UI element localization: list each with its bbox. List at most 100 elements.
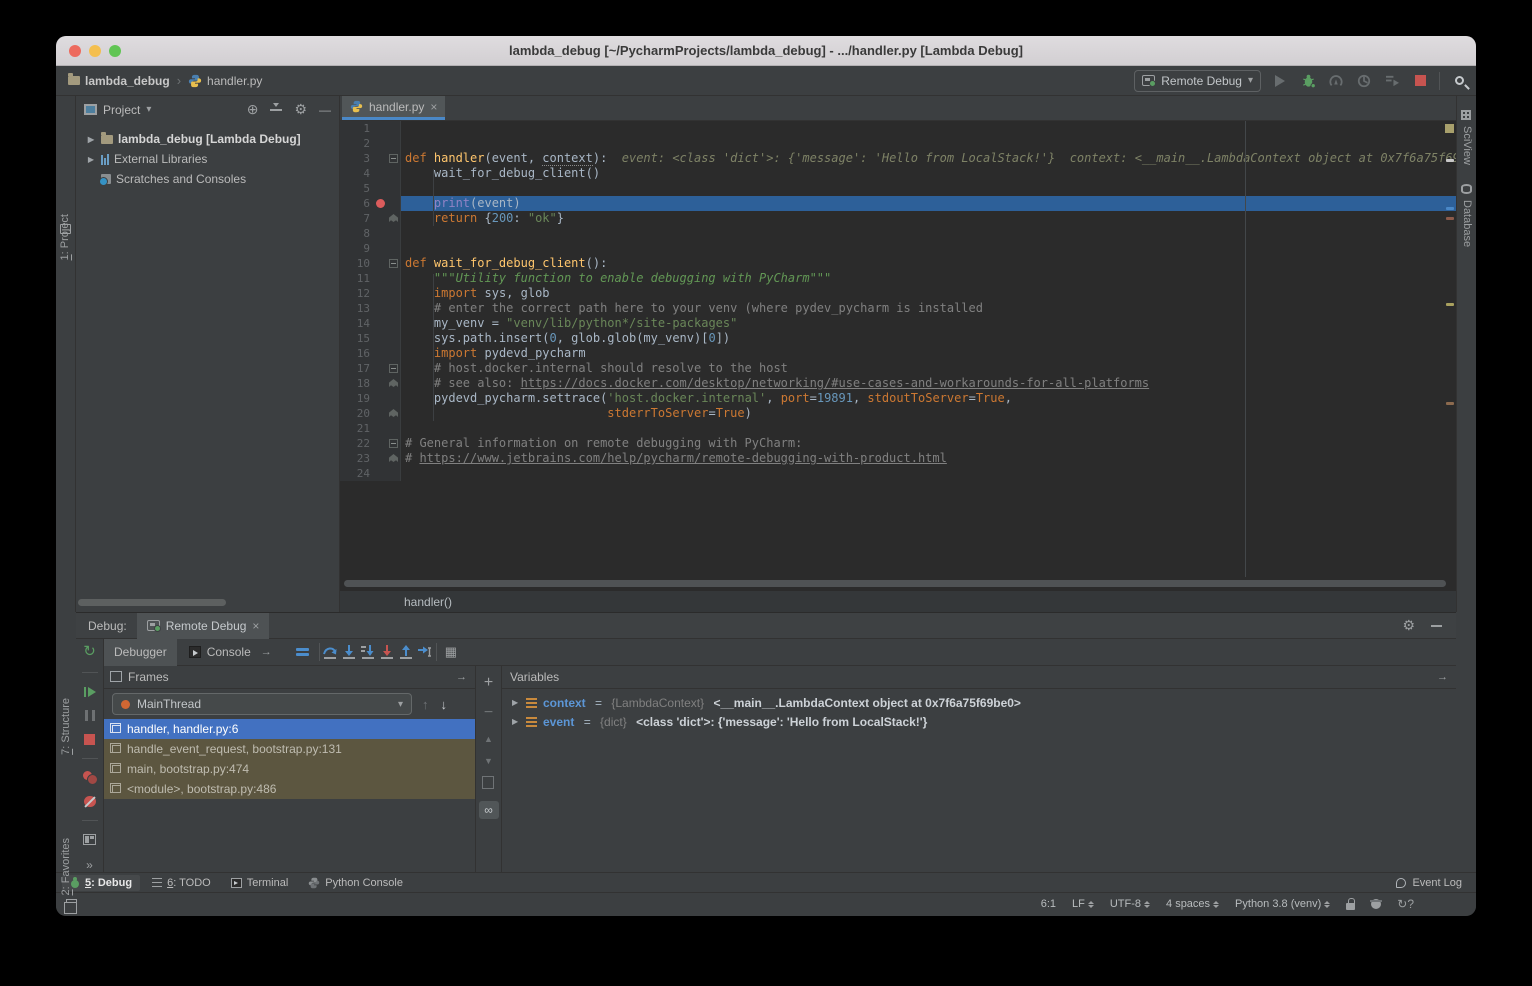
breakpoint-gutter[interactable] xyxy=(374,316,388,331)
gutter[interactable]: 2 xyxy=(340,136,401,151)
gutter[interactable]: 8 xyxy=(340,226,401,241)
debug-session-tab[interactable]: Remote Debug × xyxy=(137,613,270,639)
editor-tab-handler[interactable]: handler.py × xyxy=(342,96,445,120)
breakpoint-gutter[interactable] xyxy=(374,166,388,181)
breakpoint-gutter[interactable] xyxy=(374,136,388,151)
breakpoint-gutter[interactable] xyxy=(374,256,388,271)
run-to-cursor-button[interactable] xyxy=(417,644,434,661)
update-indicator-icon[interactable]: ↻? xyxy=(1397,897,1414,911)
gutter[interactable]: 24 xyxy=(340,466,401,481)
restore-layout-button[interactable] xyxy=(83,834,96,845)
breakpoint-gutter[interactable] xyxy=(374,466,388,481)
force-step-into-button[interactable] xyxy=(379,644,396,661)
breakpoint-gutter[interactable] xyxy=(374,301,388,316)
code-text[interactable]: return {200: "ok"} xyxy=(401,211,1456,226)
stack-frame[interactable]: handle_event_request, bootstrap.py:131 xyxy=(104,739,475,759)
stack-frame[interactable]: <module>, bootstrap.py:486 xyxy=(104,779,475,799)
toolwindow-terminal[interactable]: Terminal xyxy=(223,875,297,891)
code-line[interactable]: 23# https://www.jetbrains.com/help/pycha… xyxy=(340,451,1456,466)
code-text[interactable]: stderrToServer=True) xyxy=(401,406,1456,421)
breakpoint-gutter[interactable] xyxy=(374,211,388,226)
code-line[interactable]: 18 # see also: https://docs.docker.com/d… xyxy=(340,376,1456,391)
code-line[interactable]: 8 xyxy=(340,226,1456,241)
gutter[interactable]: 22 xyxy=(340,436,401,451)
run-configurations-button[interactable] xyxy=(1383,72,1401,90)
code-text[interactable]: import sys, glob xyxy=(401,286,1456,301)
search-everywhere-button[interactable] xyxy=(1450,72,1468,90)
fold-marker[interactable] xyxy=(388,376,400,391)
hide-debug-button[interactable] xyxy=(1431,625,1442,627)
gutter[interactable]: 10 xyxy=(340,256,401,271)
run-with-coverage-button[interactable] xyxy=(1355,72,1373,90)
view-breakpoints-button[interactable] xyxy=(83,771,97,782)
code-text[interactable]: import pydevd_pycharm xyxy=(401,346,1456,361)
code-line[interactable]: 9 xyxy=(340,241,1456,256)
pause-button[interactable] xyxy=(85,710,95,721)
code-text[interactable]: def handler(event, context): event: <cla… xyxy=(401,151,1456,166)
sidebar-item-sciview[interactable]: SciView xyxy=(1461,126,1473,165)
gutter[interactable]: 13 xyxy=(340,301,401,316)
gutter[interactable]: 5 xyxy=(340,181,401,196)
warning-stripe-mark[interactable] xyxy=(1446,402,1454,405)
code-line[interactable]: 6 print(event) xyxy=(340,196,1456,211)
fold-marker[interactable] xyxy=(388,256,400,271)
gutter[interactable]: 4 xyxy=(340,166,401,181)
code-text[interactable]: my_venv = "venv/lib/python*/site-package… xyxy=(401,316,1456,331)
variable-row[interactable]: ▶context = {LambdaContext} <__main__.Lam… xyxy=(502,693,1456,712)
expand-icon[interactable]: ▶ xyxy=(86,155,96,164)
code-line[interactable]: 14 my_venv = "venv/lib/python*/site-pack… xyxy=(340,316,1456,331)
code-line[interactable]: 2 xyxy=(340,136,1456,151)
close-session-icon[interactable]: × xyxy=(252,619,259,633)
toolwindow-todo[interactable]: 6: TODO xyxy=(144,875,219,891)
gutter[interactable]: 16 xyxy=(340,346,401,361)
gutter[interactable]: 23 xyxy=(340,451,401,466)
chevron-down-icon[interactable]: ▾ xyxy=(146,104,151,115)
remove-watch-button[interactable]: − xyxy=(484,704,493,722)
code-text[interactable] xyxy=(401,136,1456,151)
gutter[interactable]: 1 xyxy=(340,121,401,136)
debug-settings-button[interactable]: ⚙ xyxy=(1402,617,1415,634)
stack-frame[interactable]: main, bootstrap.py:474 xyxy=(104,759,475,779)
frames-options-icon[interactable]: → xyxy=(456,671,467,683)
gutter[interactable]: 17 xyxy=(340,361,401,376)
database-icon[interactable] xyxy=(1461,184,1472,194)
code-line[interactable]: 15 sys.path.insert(0, glob.glob(my_venv)… xyxy=(340,331,1456,346)
collapse-all-button[interactable] xyxy=(270,104,282,116)
sidebar-item-database[interactable]: Database xyxy=(1461,200,1473,247)
code-text[interactable]: print(event) xyxy=(401,196,1456,211)
evaluate-expression-button[interactable]: ▦ xyxy=(439,644,463,660)
breakpoint-gutter[interactable] xyxy=(374,241,388,256)
expand-icon[interactable]: ▶ xyxy=(512,698,520,707)
breakpoint-gutter[interactable] xyxy=(374,181,388,196)
code-line[interactable]: 10def wait_for_debug_client(): xyxy=(340,256,1456,271)
code-editor[interactable]: 1 23 def handler(event, context): event: <… xyxy=(340,121,1456,577)
sciview-icon[interactable] xyxy=(1461,110,1471,120)
code-line[interactable]: 19 pydevd_pycharm.settrace('host.docker.… xyxy=(340,391,1456,406)
interpreter-selector[interactable]: Python 3.8 (venv) xyxy=(1235,898,1330,910)
tree-item[interactable]: ▶lambda_debug [Lambda Debug] xyxy=(76,129,339,149)
code-text[interactable] xyxy=(401,181,1456,196)
fold-marker[interactable] xyxy=(388,436,400,451)
fold-marker[interactable] xyxy=(388,211,400,226)
step-into-button[interactable] xyxy=(341,644,358,661)
code-text[interactable]: # General information on remote debuggin… xyxy=(401,436,1456,451)
fold-marker[interactable] xyxy=(388,406,400,421)
fold-marker[interactable] xyxy=(388,451,400,466)
breakpoint-gutter[interactable] xyxy=(374,226,388,241)
thread-selector[interactable]: MainThread ▾ xyxy=(112,693,412,715)
code-text[interactable]: def wait_for_debug_client(): xyxy=(401,256,1456,271)
project-settings-button[interactable]: ⚙ xyxy=(294,101,307,118)
caret-stripe-mark[interactable] xyxy=(1446,159,1454,162)
code-text[interactable]: # https://www.jetbrains.com/help/pycharm… xyxy=(401,451,1456,466)
code-text[interactable] xyxy=(401,466,1456,481)
breakpoint-gutter[interactable] xyxy=(374,391,388,406)
code-text[interactable]: """Utility function to enable debugging … xyxy=(401,271,1456,286)
step-over-button[interactable] xyxy=(322,644,339,661)
breadcrumb-file[interactable]: handler.py xyxy=(207,74,262,88)
code-line[interactable]: 16 import pydevd_pycharm xyxy=(340,346,1456,361)
execution-stripe-mark[interactable] xyxy=(1446,207,1454,210)
hide-panel-button[interactable]: — xyxy=(319,103,331,117)
code-line[interactable]: 11 """Utility function to enable debuggi… xyxy=(340,271,1456,286)
caret-position[interactable]: 6:1 xyxy=(1041,898,1056,910)
toolwindow-python-console[interactable]: Python Console xyxy=(300,875,411,891)
